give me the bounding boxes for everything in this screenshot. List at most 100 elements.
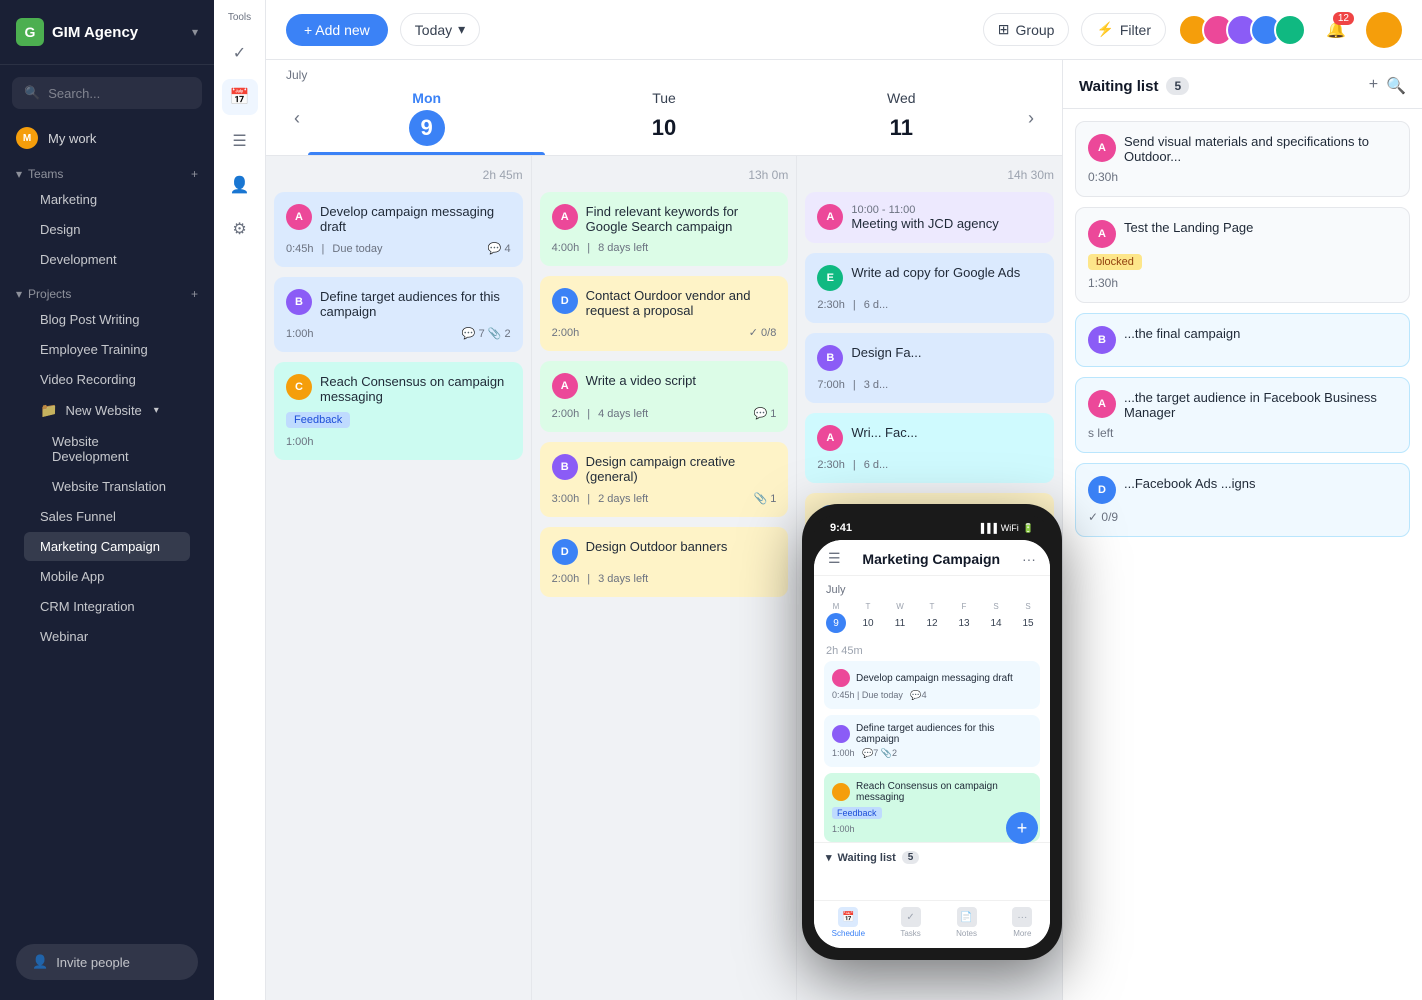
phone-day-sun[interactable]: S15 — [1018, 602, 1038, 633]
tool-check[interactable]: ✓ — [222, 35, 258, 71]
tool-person[interactable]: 👤 — [222, 167, 258, 203]
day-label-mon: Mon — [308, 90, 545, 106]
task-avatar: A — [817, 204, 843, 230]
task-card[interactable]: A 10:00 - 11:00 Meeting with JCD agency — [805, 192, 1054, 243]
sidebar-item-employee-training[interactable]: Employee Training — [24, 335, 190, 364]
phone-task-meta: 1:00h 💬7 📎2 — [832, 748, 1032, 759]
sidebar-item-mobile-app[interactable]: Mobile App — [24, 562, 190, 591]
task-time: 1:00h — [286, 436, 314, 448]
phone-day-thu[interactable]: T12 — [922, 602, 942, 633]
task-title: Write ad copy for Google Ads — [851, 265, 1042, 280]
teams-header: ▾ Teams + — [16, 167, 198, 181]
sidebar-item-sales-funnel[interactable]: Sales Funnel — [24, 502, 190, 531]
sidebar-item-website-development[interactable]: Website Development — [24, 427, 190, 471]
task-card[interactable]: E Write ad copy for Google Ads 2:30h | 6… — [805, 253, 1054, 323]
next-day-button[interactable]: › — [1020, 100, 1042, 137]
task-card[interactable]: A Find relevant keywords for Google Sear… — [540, 192, 789, 266]
user-avatar[interactable] — [1366, 12, 1402, 48]
sidebar-item-webinar[interactable]: Webinar — [24, 622, 190, 651]
phone-day-fri[interactable]: F13 — [954, 602, 974, 633]
task-card[interactable]: C Reach Consensus on campaign messaging … — [274, 362, 523, 460]
wl-card-time: 0:30h — [1088, 170, 1397, 184]
phone-notes-label: Notes — [956, 929, 977, 938]
phone-time: 9:41 — [830, 522, 852, 534]
phone-day-wed[interactable]: W11 — [890, 602, 910, 633]
phone-fab-button[interactable]: + — [1006, 812, 1038, 844]
invite-people-button[interactable]: 👤 Invite people — [16, 944, 198, 980]
today-label: Today — [415, 22, 452, 38]
teams-label: Teams — [28, 167, 63, 181]
filter-button[interactable]: ⚡ Filter — [1081, 13, 1166, 46]
sidebar-item-marketing-campaign[interactable]: Marketing Campaign — [24, 532, 190, 561]
today-button[interactable]: Today ▾ — [400, 13, 480, 46]
prev-day-button[interactable]: ‹ — [286, 100, 308, 137]
task-avatar: A — [286, 204, 312, 230]
add-waiting-list-button[interactable]: + — [1369, 76, 1378, 96]
task-title: Find relevant keywords for Google Search… — [586, 204, 777, 234]
task-card[interactable]: B Define target audiences for this campa… — [274, 277, 523, 352]
tools-label: Tools — [228, 12, 251, 23]
phone-notch: 9:41 ▐▐▐ WiFi 🔋 — [814, 516, 1050, 540]
sidebar-item-development[interactable]: Development — [24, 245, 190, 274]
phone-day-sat[interactable]: S14 — [986, 602, 1006, 633]
sidebar-item-video-recording[interactable]: Video Recording — [24, 365, 190, 394]
phone-task-card[interactable]: Define target audiences for this campaig… — [824, 715, 1040, 767]
search-bar[interactable]: 🔍 Search... — [12, 77, 202, 109]
group-label: Group — [1016, 22, 1055, 38]
waiting-list-item[interactable]: B ...the final campaign — [1075, 313, 1410, 367]
day-label-wed: Wed — [783, 90, 1020, 106]
phone-more-icon[interactable]: ··· — [1022, 551, 1036, 567]
phone-day-mon[interactable]: M9 — [826, 602, 846, 633]
phone-tab-schedule[interactable]: 📅 Schedule — [832, 907, 865, 938]
tool-gear[interactable]: ⚙ — [222, 211, 258, 247]
sidebar-item-marketing[interactable]: Marketing — [24, 185, 190, 214]
tools-rail: Tools ✓ 📅 ☰ 👤 ⚙ — [214, 0, 266, 1000]
group-button[interactable]: ⊞ Group — [983, 13, 1070, 46]
my-work-item[interactable]: M My work — [0, 117, 214, 159]
sidebar-item-blog-post-writing[interactable]: Blog Post Writing — [24, 305, 190, 334]
waiting-list-item[interactable]: A ...the target audience in Facebook Bus… — [1075, 377, 1410, 453]
phone-task-card[interactable]: Develop campaign messaging draft 0:45h |… — [824, 661, 1040, 709]
task-meta: 2:30h | 6 d... — [817, 459, 1042, 471]
phone-tasks-label: Tasks — [900, 929, 920, 938]
tool-list[interactable]: ☰ — [222, 123, 258, 159]
teams-add-icon[interactable]: + — [191, 167, 198, 181]
sidebar-item-website-translation[interactable]: Website Translation — [24, 472, 190, 501]
phone-menu-icon[interactable]: ☰ — [828, 550, 841, 567]
task-card[interactable]: A Develop campaign messaging draft 0:45h… — [274, 192, 523, 267]
waiting-list-item[interactable]: A Send visual materials and specificatio… — [1075, 121, 1410, 197]
phone-task-avatar — [832, 669, 850, 687]
task-time: 4:00h — [552, 242, 580, 254]
phone-tab-more[interactable]: ··· More — [1012, 907, 1032, 938]
sidebar-item-design[interactable]: Design — [24, 215, 190, 244]
phone-tab-tasks[interactable]: ✓ Tasks — [900, 907, 920, 938]
task-card[interactable]: A Wri... Fac... 2:30h | 6 d... — [805, 413, 1054, 483]
task-card[interactable]: B Design campaign creative (general) 3:0… — [540, 442, 789, 517]
waiting-list-items: A Send visual materials and specificatio… — [1063, 109, 1422, 1000]
projects-add-icon[interactable]: + — [191, 287, 198, 301]
sidebar-item-new-website[interactable]: 📁 New Website ▾ — [24, 395, 190, 426]
task-card[interactable]: D Design Outdoor banners 2:00h | 3 days … — [540, 527, 789, 597]
task-card[interactable]: D Contact Ourdoor vendor and request a p… — [540, 276, 789, 351]
add-new-button[interactable]: + Add new — [286, 14, 388, 46]
folder-icon: 📁 — [40, 402, 57, 419]
day-column-tue: 13h 0m A Find relevant keywords for Goog… — [532, 156, 798, 1000]
waiting-list-item[interactable]: D ...Facebook Ads ...igns ✓ 0/9 — [1075, 463, 1410, 537]
phone-time-label: 2h 45m — [814, 641, 1050, 661]
task-card[interactable]: B Design Fa... 7:00h | 3 d... — [805, 333, 1054, 403]
phone-day-tue[interactable]: T10 — [858, 602, 878, 633]
waiting-list-item[interactable]: A Test the Landing Page blocked 1:30h — [1075, 207, 1410, 303]
tool-calendar[interactable]: 📅 — [222, 79, 258, 115]
calendar-day-wed[interactable]: Wed 11 — [783, 82, 1020, 155]
sidebar-item-crm-integration[interactable]: CRM Integration — [24, 592, 190, 621]
sidebar: G GIM Agency ▾ 🔍 Search... M My work ▾ T… — [0, 0, 214, 1000]
notification-button[interactable]: 🔔 12 — [1318, 12, 1354, 48]
search-waiting-list-button[interactable]: 🔍 — [1386, 76, 1406, 96]
calendar-day-tue[interactable]: Tue 10 — [545, 82, 782, 155]
task-card[interactable]: A Write a video script 2:00h | 4 days le… — [540, 361, 789, 432]
avatar-5[interactable] — [1274, 14, 1306, 46]
calendar-day-mon[interactable]: Mon 9 — [308, 82, 545, 155]
brand-chevron-icon[interactable]: ▾ — [192, 25, 198, 39]
phone-tab-notes[interactable]: 📄 Notes — [956, 907, 977, 938]
phone-wl-chevron-icon[interactable]: ▾ — [826, 851, 832, 864]
